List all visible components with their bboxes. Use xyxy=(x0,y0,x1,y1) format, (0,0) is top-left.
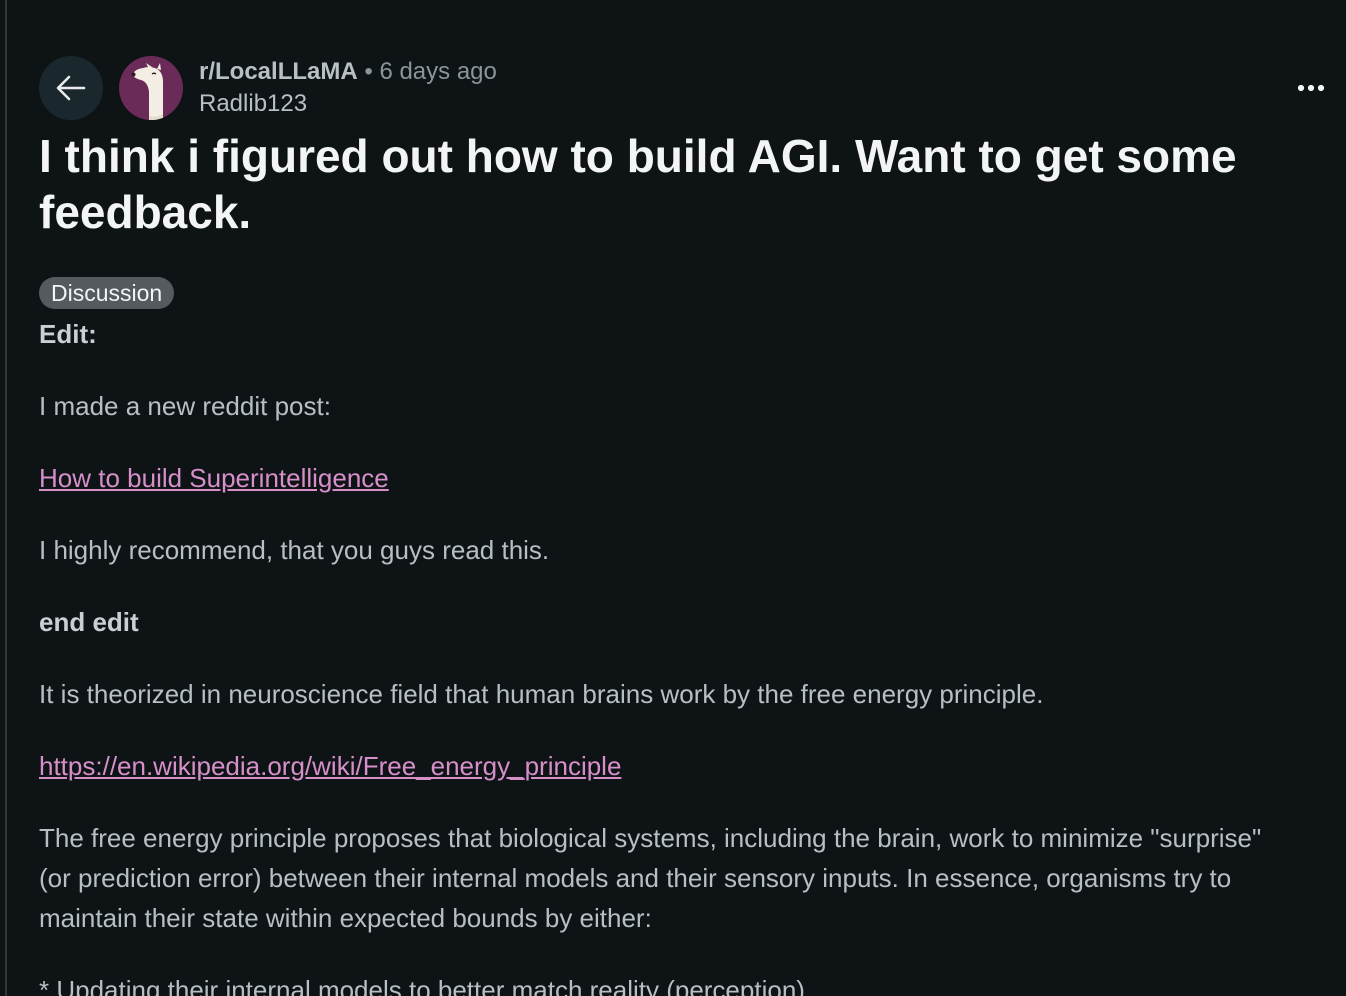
meta-separator: • xyxy=(364,58,373,85)
body-paragraph-1: It is theorized in neuroscience field th… xyxy=(39,679,1044,709)
post-header: r/LocalLLaMA • 6 days ago Radlib123 xyxy=(39,56,1329,120)
superintelligence-link[interactable]: How to build Superintelligence xyxy=(39,463,389,493)
post-meta: r/LocalLLaMA • 6 days ago Radlib123 xyxy=(199,58,497,118)
back-button[interactable] xyxy=(39,56,103,120)
subreddit-avatar[interactable] xyxy=(119,56,183,120)
post-body: Edit: I made a new reddit post: How to b… xyxy=(39,314,1279,996)
post-flair[interactable]: Discussion xyxy=(39,277,175,309)
subreddit-name[interactable]: r/LocalLLaMA xyxy=(199,58,358,85)
post-title: I think i figured out how to build AGI. … xyxy=(39,130,1237,238)
bullet-item: * Updating their internal models to bett… xyxy=(39,975,805,996)
author-username[interactable]: Radlib123 xyxy=(199,90,497,118)
end-edit-text: end edit xyxy=(39,607,139,637)
more-options-icon xyxy=(1297,84,1325,92)
recommend-text: I highly recommend, that you guys read t… xyxy=(39,535,550,565)
left-border xyxy=(5,0,7,996)
edit-text: I made a new reddit post: xyxy=(39,391,331,421)
snoo-avatar-icon xyxy=(131,63,163,120)
post-timestamp: 6 days ago xyxy=(379,58,497,85)
edit-heading: Edit: xyxy=(39,319,97,349)
body-paragraph-2: The free energy principle proposes that … xyxy=(39,823,1262,933)
wikipedia-link[interactable]: https://en.wikipedia.org/wiki/Free_energ… xyxy=(39,751,621,781)
more-options-button[interactable] xyxy=(1293,74,1329,102)
back-arrow-icon xyxy=(56,75,86,101)
